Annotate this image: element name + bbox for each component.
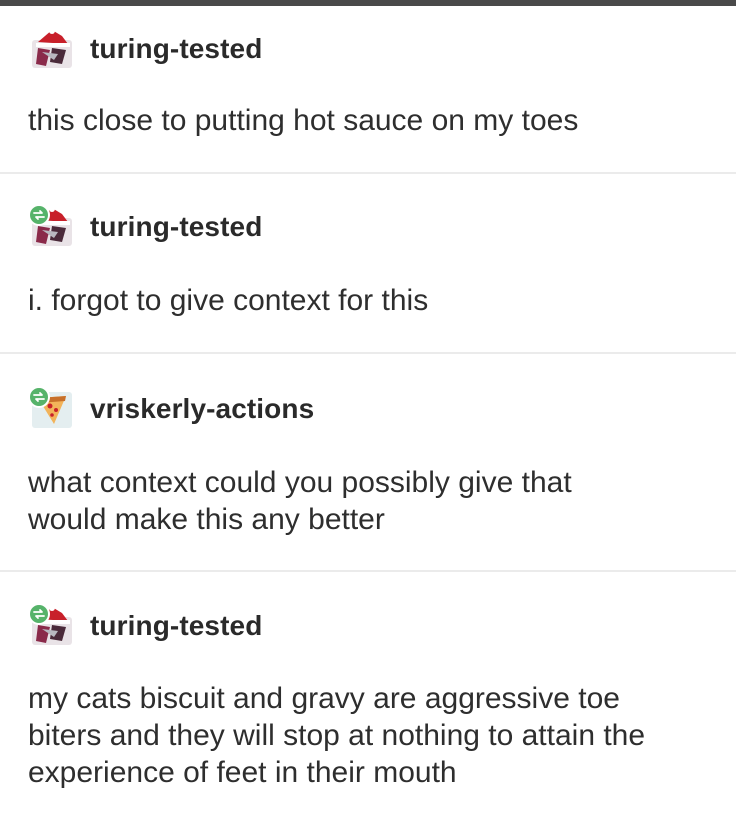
santa-hat-character-avatar-icon[interactable] — [28, 26, 80, 72]
reblog-icon — [28, 204, 50, 226]
post-text-line: biters and they will stop at nothing to … — [28, 719, 646, 752]
post-body: my cats biscuit and gravy are aggressive… — [28, 680, 718, 791]
post-text-line: i. forgot to give context for this — [28, 284, 429, 317]
post-header: vriskerly-actions — [28, 386, 314, 432]
post-header: turing-tested — [28, 26, 262, 72]
post-username[interactable]: turing-tested — [90, 33, 262, 65]
post-text-line: experience of feet in their mouth — [28, 756, 457, 789]
post-body: i. forgot to give context for this — [28, 282, 718, 319]
post-3: vriskerly-actions what context could you… — [0, 354, 736, 572]
post-body: this close to putting hot sauce on my to… — [28, 102, 718, 139]
pizza-slice-avatar-icon[interactable] — [28, 386, 80, 432]
post-body: what context could you possibly give tha… — [28, 464, 718, 538]
post-1: turing-tested this close to putting hot … — [0, 6, 736, 174]
post-text-line: what context could you possibly give tha… — [28, 466, 572, 499]
post-text-line: would make this any better — [28, 503, 385, 536]
post-username[interactable]: turing-tested — [90, 610, 262, 642]
reblog-icon — [28, 386, 50, 408]
post-header: turing-tested — [28, 603, 262, 649]
post-2: turing-tested i. forgot to give context … — [0, 174, 736, 354]
reblog-icon — [28, 603, 50, 625]
post-username[interactable]: vriskerly-actions — [90, 393, 314, 425]
post-header: turing-tested — [28, 204, 262, 250]
santa-hat-character-avatar-icon[interactable] — [28, 204, 80, 250]
post-username[interactable]: turing-tested — [90, 211, 262, 243]
post-4: turing-tested my cats biscuit and gravy … — [0, 572, 736, 818]
post-text-line: my cats biscuit and gravy are aggressive… — [28, 682, 620, 715]
santa-hat-character-avatar-icon[interactable] — [28, 603, 80, 649]
post-text-line: this close to putting hot sauce on my to… — [28, 104, 579, 137]
